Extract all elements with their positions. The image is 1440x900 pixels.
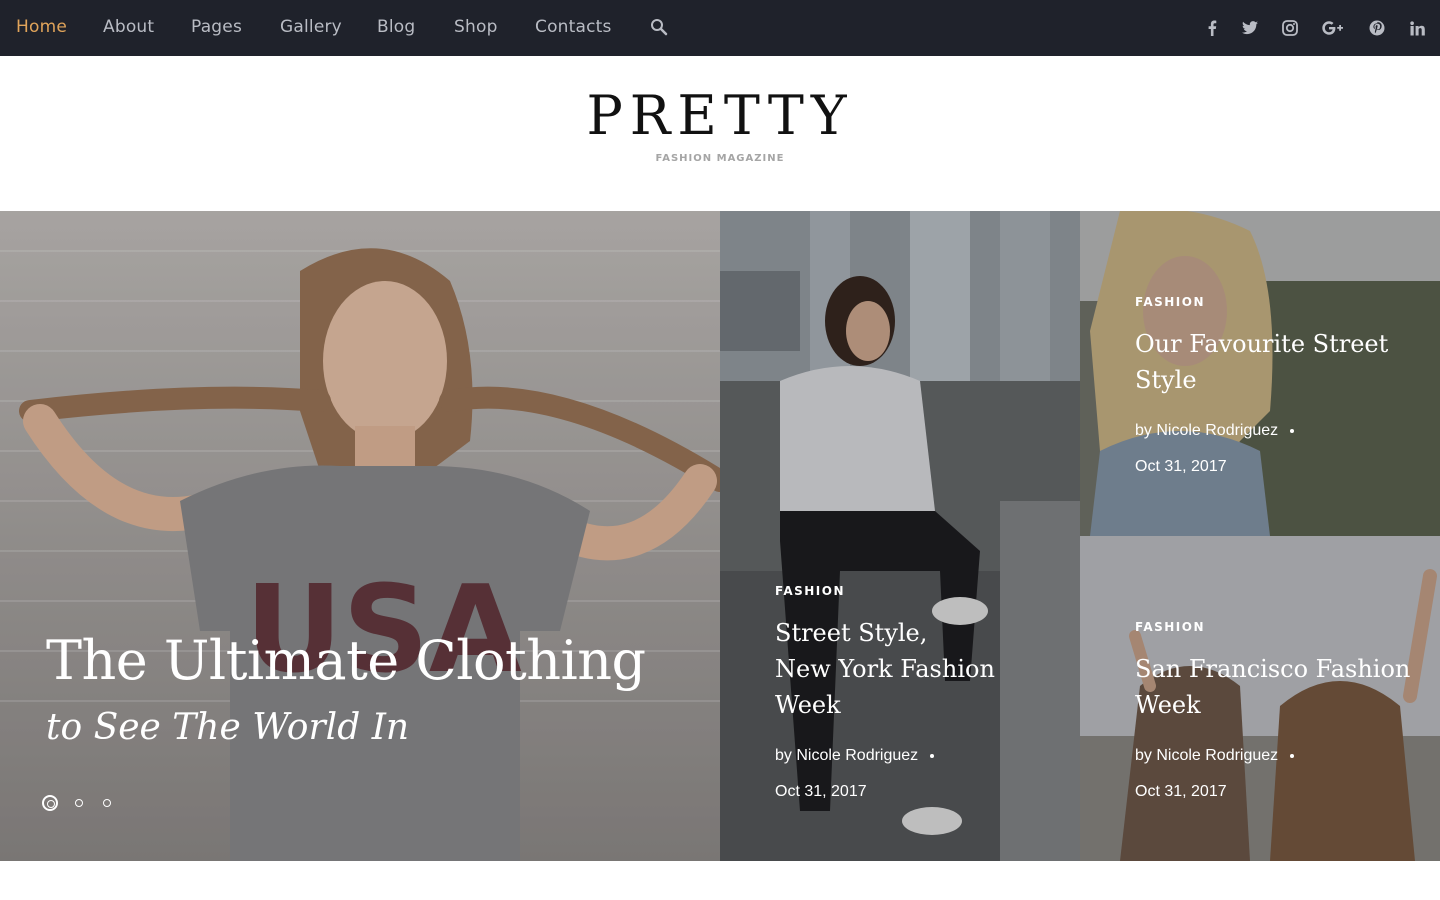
post-card-street-style[interactable]: FASHION Street Style, New York Fashion W…: [720, 211, 1080, 861]
search-icon[interactable]: [650, 18, 670, 38]
post-category[interactable]: FASHION: [1135, 620, 1205, 634]
site-logo[interactable]: PRETTY: [0, 84, 1440, 147]
post-date: Oct 31, 2017: [1135, 783, 1227, 800]
slider-pagination: [42, 795, 122, 813]
google-plus-icon[interactable]: [1322, 17, 1344, 39]
linkedin-icon[interactable]: [1406, 17, 1428, 39]
post-title-line: Week: [1135, 691, 1201, 719]
post-category[interactable]: FASHION: [1135, 295, 1205, 309]
hero-title[interactable]: The Ultimate Clothing: [46, 629, 646, 692]
separator-dot: [1290, 753, 1295, 758]
post-date: Oct 31, 2017: [775, 783, 867, 800]
post-title-line: Style: [1135, 366, 1197, 394]
post-author: by Nicole Rodriguez: [775, 747, 935, 765]
slider-dot-3[interactable]: [103, 799, 111, 807]
hero-photo-image: USA: [0, 211, 720, 861]
top-navigation-bar: Home About Pages Gallery Blog Shop Conta…: [0, 0, 1440, 56]
post-title[interactable]: San Francisco Fashion Week: [1135, 651, 1410, 723]
post-author: by Nicole Rodriguez: [1135, 747, 1295, 765]
post-date: Oct 31, 2017: [1135, 458, 1227, 475]
separator-dot: [930, 753, 935, 758]
post-title-line: San Francisco Fashion: [1135, 655, 1411, 683]
nav-item-about[interactable]: About: [103, 17, 154, 37]
post-title[interactable]: Street Style, New York Fashion Week: [775, 615, 995, 723]
post-title-line: Street Style,: [775, 619, 928, 647]
post-card-favourite-street-style[interactable]: FASHION Our Favourite Street Style by Ni…: [1080, 211, 1440, 536]
slider-dot-1[interactable]: [42, 795, 58, 811]
post-title-line: Week: [775, 691, 841, 719]
nav-item-blog[interactable]: Blog: [377, 17, 415, 37]
hero-subtitle: to See The World In: [46, 707, 410, 748]
slider-dot-2[interactable]: [75, 799, 83, 807]
nav-item-home[interactable]: Home: [16, 17, 67, 37]
post-author-name[interactable]: by Nicole Rodriguez: [775, 747, 918, 764]
facebook-icon[interactable]: [1201, 17, 1223, 39]
post-card-san-francisco-fashion-week[interactable]: FASHION San Francisco Fashion Week by Ni…: [1080, 536, 1440, 861]
site-header: PRETTY FASHION MAGAZINE: [0, 56, 1440, 211]
post-title-line: New York Fashion: [775, 655, 995, 683]
instagram-icon[interactable]: [1279, 17, 1301, 39]
post-author: by Nicole Rodriguez: [1135, 422, 1295, 440]
post-title[interactable]: Our Favourite Street Style: [1135, 326, 1388, 398]
post-author-name[interactable]: by Nicole Rodriguez: [1135, 747, 1278, 764]
nav-item-pages[interactable]: Pages: [191, 17, 242, 37]
nav-item-shop[interactable]: Shop: [454, 17, 498, 37]
nav-item-contacts[interactable]: Contacts: [535, 17, 612, 37]
post-category[interactable]: FASHION: [775, 584, 845, 598]
twitter-icon[interactable]: [1239, 17, 1261, 39]
post-author-name[interactable]: by Nicole Rodriguez: [1135, 422, 1278, 439]
site-tagline: FASHION MAGAZINE: [655, 153, 785, 164]
pinterest-icon[interactable]: [1366, 17, 1388, 39]
separator-dot: [1290, 428, 1295, 433]
nav-item-gallery[interactable]: Gallery: [280, 17, 342, 37]
post-title-line: Our Favourite Street: [1135, 330, 1389, 358]
hero-slider[interactable]: USA The Ultimate Clothing to See The Wor…: [0, 211, 720, 861]
